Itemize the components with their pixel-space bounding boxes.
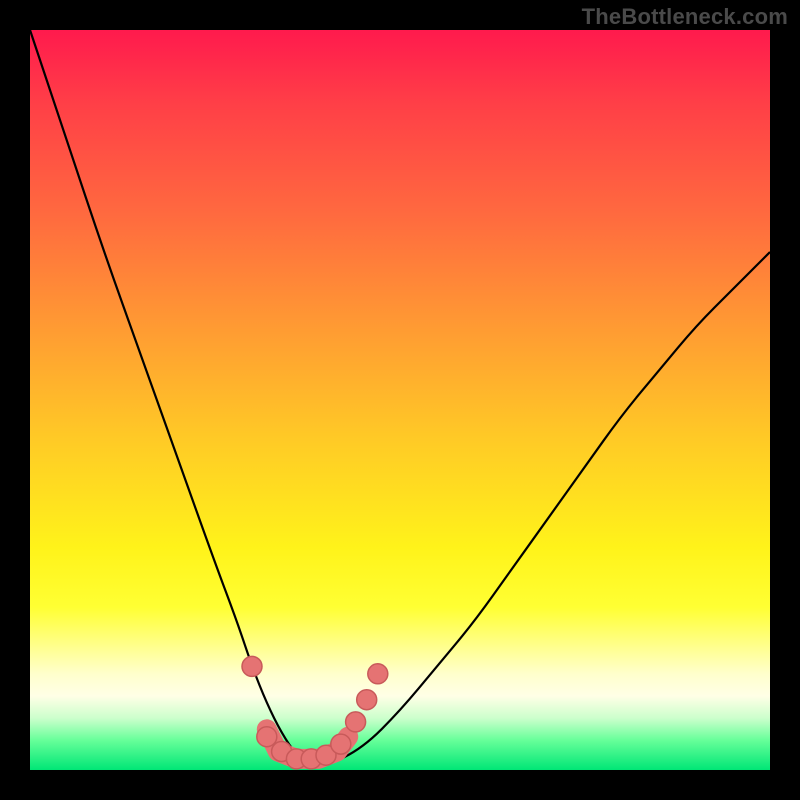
chart-frame: TheBottleneck.com xyxy=(0,0,800,800)
curve-marker xyxy=(242,656,262,676)
curve-marker xyxy=(257,727,277,747)
marker-group xyxy=(242,656,388,769)
watermark-text: TheBottleneck.com xyxy=(582,4,788,30)
plot-area xyxy=(30,30,770,770)
curve-marker xyxy=(331,734,351,754)
curve-marker xyxy=(357,690,377,710)
curve-marker xyxy=(368,664,388,684)
bottleneck-curve xyxy=(30,30,770,766)
curve-marker xyxy=(346,712,366,732)
chart-svg xyxy=(30,30,770,770)
